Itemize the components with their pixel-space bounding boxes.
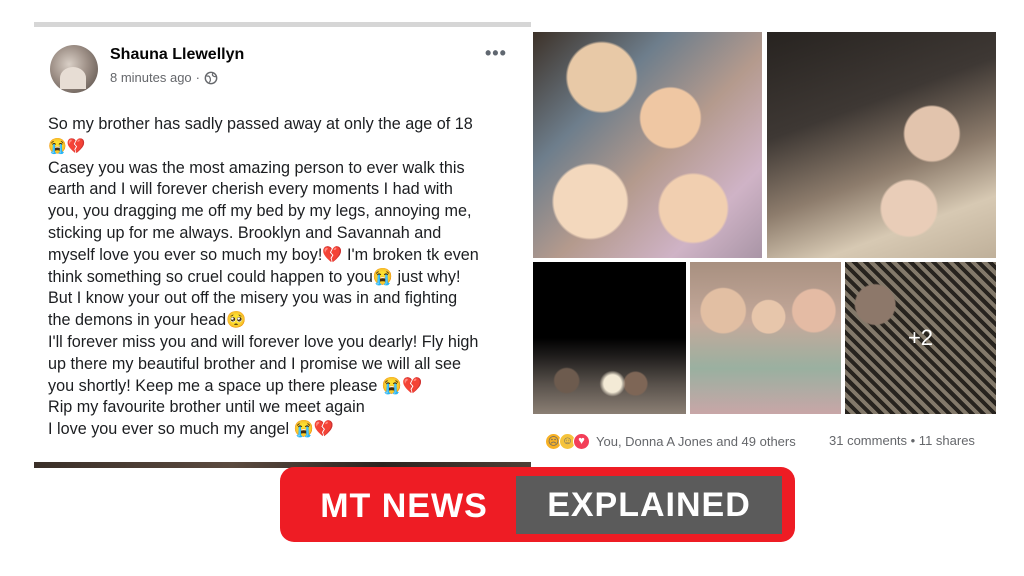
reactions-summary[interactable]: You, Donna A Jones and 49 others [596,434,796,449]
post-line: up there my beautiful brother and I prom… [48,354,461,373]
post-time[interactable]: 8 minutes ago [110,70,192,85]
avatar[interactable] [50,45,98,93]
post-line: you, you dragging me off my bed by my le… [48,202,472,221]
more-options-icon[interactable]: ••• [485,44,507,62]
post-line: Rip my favourite brother until we meet a… [48,398,365,417]
love-reaction-icon: ♥ [573,432,590,450]
reactions-bar[interactable]: ☹ ☺ ♥ You, Donna A Jones and 49 others [545,431,796,451]
banner-brand-text: MT NEWS [320,486,488,525]
post-line: I'll forever miss you and will forever l… [48,332,479,351]
more-photos-count: +2 [907,325,934,350]
banner-explained-text: EXPLAINED [516,476,782,534]
post-line: 😭💔 [48,137,86,155]
comments-shares-count[interactable]: 31 comments • 11 shares [829,433,975,448]
photo-siblings-hug[interactable] [767,32,996,258]
post-meta: 8 minutes ago · [110,70,218,85]
post-line: you shortly! Keep me a space up there pl… [48,376,423,395]
post-line: But I know your out off the misery you w… [48,289,458,308]
photo-more[interactable]: +2 [845,262,996,414]
post-line: earth and I will forever cherish every m… [48,180,453,199]
more-photos-overlay[interactable]: +2 [845,262,996,414]
post-line: the demons in your head🥺 [48,311,247,330]
post-line: So my brother has sadly passed away at o… [48,115,473,133]
post-line: sticking up for me always. Brooklyn and … [48,223,442,242]
photo-boys-dark[interactable] [533,262,686,414]
post-line: I love you ever so much my angel 😭💔 [48,420,334,439]
author-name[interactable]: Shauna Llewellyn [110,46,244,64]
reaction-icons: ☹ ☺ ♥ [545,432,590,450]
post-line: myself love you ever so much my boy!💔 I'… [48,245,479,264]
globe-icon[interactable] [204,71,218,85]
photo-three-kids[interactable] [690,262,841,414]
photo-mother-children[interactable] [533,32,762,258]
post-line: think something so cruel could happen to… [48,267,461,286]
post-body: So my brother has sadly passed away at o… [48,114,518,441]
post-line: Casey you was the most amazing person to… [48,158,465,177]
